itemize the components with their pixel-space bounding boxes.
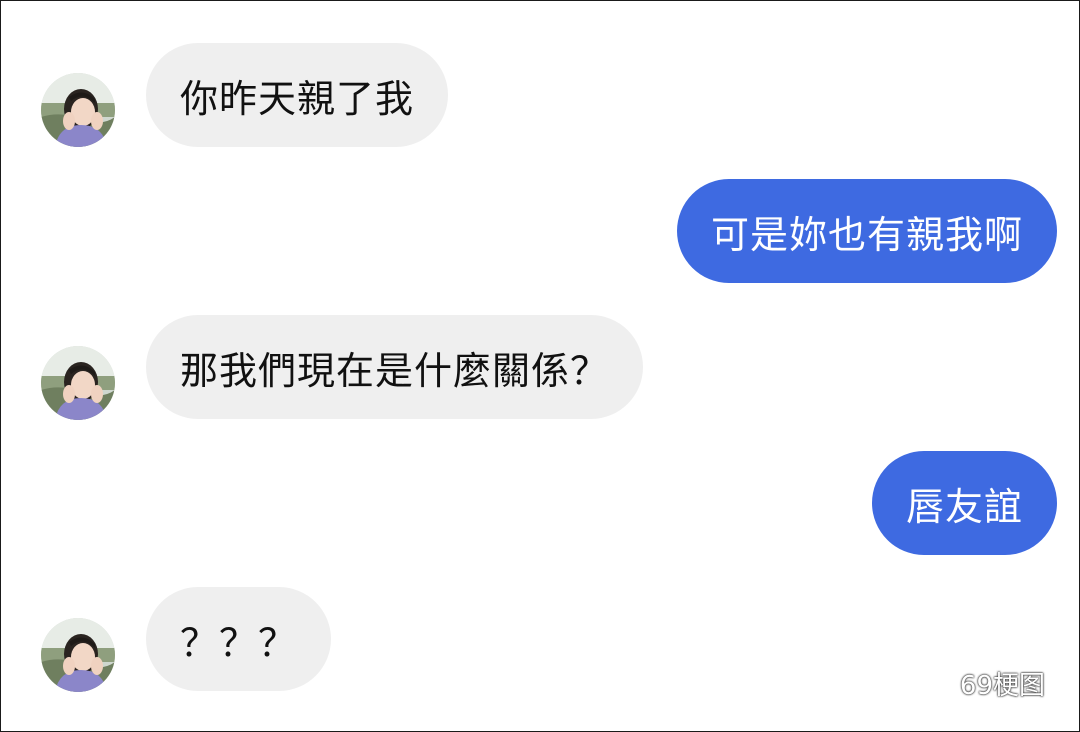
wechat-icon xyxy=(912,667,952,698)
incoming-message-bubble: ？？？ xyxy=(146,587,332,691)
woman-avatar-icon xyxy=(41,346,115,420)
message-text: 你昨天親了我 xyxy=(180,76,415,121)
watermark: 69梗图 xyxy=(912,665,1045,702)
contact-avatar[interactable] xyxy=(41,346,115,420)
chat-screenshot: 你昨天親了我 可是妳也有親我啊 那我們現在是什麼關係？ 唇友誼 ？？？ 69梗图 xyxy=(0,0,1080,732)
message-text: 那我們現在是什麼關係？ xyxy=(180,348,610,393)
outgoing-message-bubble: 唇友誼 xyxy=(871,451,1057,555)
message-text: ？？？ xyxy=(180,620,298,665)
woman-avatar-icon xyxy=(41,73,115,147)
message-text: 可是妳也有親我啊 xyxy=(710,212,1023,257)
contact-avatar[interactable] xyxy=(41,73,115,147)
woman-avatar-icon xyxy=(41,618,115,692)
contact-avatar[interactable] xyxy=(41,618,115,692)
message-text: 唇友誼 xyxy=(905,484,1023,529)
watermark-text: 69梗图 xyxy=(959,671,1045,701)
incoming-message-bubble: 你昨天親了我 xyxy=(146,43,449,147)
outgoing-message-bubble: 可是妳也有親我啊 xyxy=(676,179,1057,283)
incoming-message-bubble: 那我們現在是什麼關係？ xyxy=(146,315,644,419)
